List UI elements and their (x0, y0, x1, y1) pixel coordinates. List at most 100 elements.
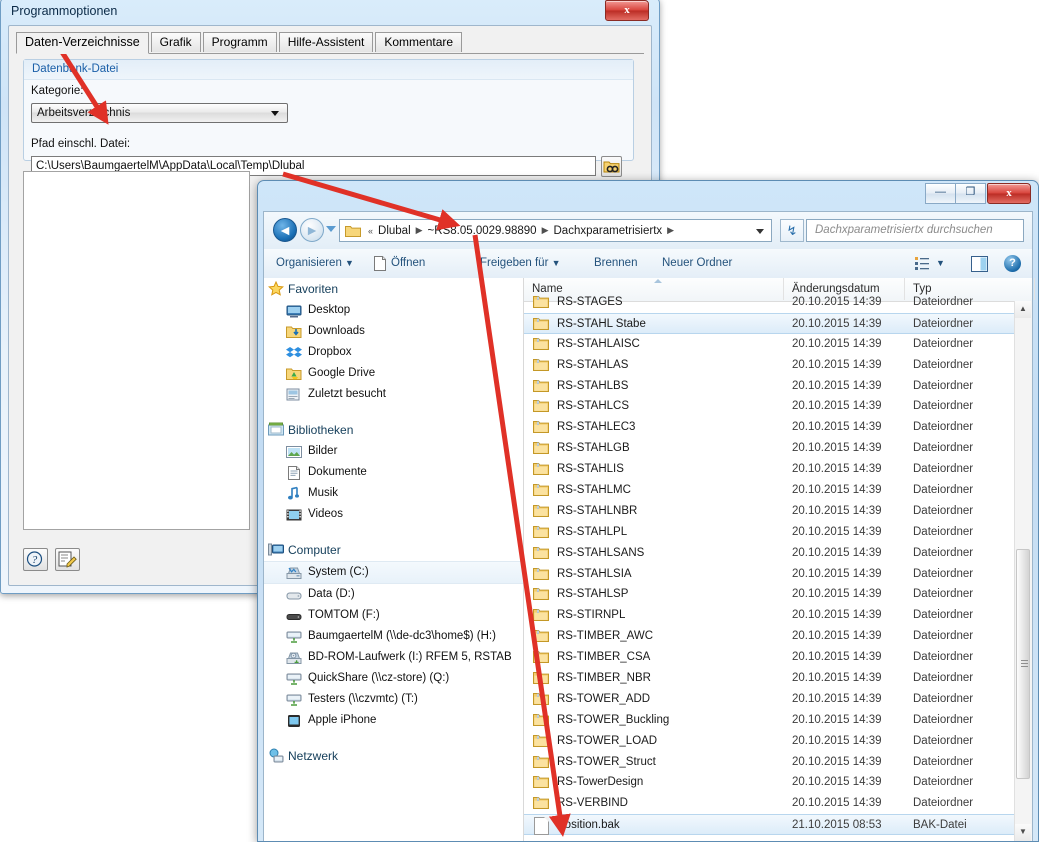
table-row[interactable]: RS-STAHLSP 20.10.2015 14:39 Dateiordner (524, 584, 1015, 605)
close-button[interactable]: x (605, 0, 649, 21)
table-row[interactable]: RS-STAHLBS 20.10.2015 14:39 Dateiordner (524, 376, 1015, 397)
table-row[interactable]: RS-TOWER_LOAD 20.10.2015 14:39 Dateiordner (524, 731, 1015, 752)
view-dropdown[interactable]: ▼ (936, 249, 945, 278)
nav-group-netzwerk[interactable]: Netzwerk (264, 745, 523, 767)
sidebar-item-data-d[interactable]: Data (D:) (264, 584, 523, 605)
table-row[interactable]: RS-TOWER_Buckling 20.10.2015 14:39 Dateior… (524, 710, 1015, 731)
table-row[interactable]: RS-TowerDesign 20.10.2015 14:39 Dateiordne… (524, 772, 1015, 793)
sidebar-item-quickshare[interactable]: QuickShare (\\cz-store) (Q:) (264, 668, 523, 689)
documents-icon (288, 466, 300, 480)
new-folder-button[interactable]: Neuer Ordner (662, 249, 732, 278)
breadcrumb-item-dlubal[interactable]: Dlubal (376, 225, 413, 237)
address-bar[interactable]: « Dlubal ▶ ~RS8.05.0029.98890 ▶ Dachxpar… (339, 219, 772, 242)
sidebar-item-downloads[interactable]: Downloads (264, 321, 523, 342)
network-drive-icon (286, 694, 302, 706)
help-icon[interactable]: ? (1004, 255, 1021, 272)
file-name-cell: RS-TIMBER_CSA (532, 647, 650, 668)
file-date-cell: 21.10.2015 08:53 (792, 819, 882, 832)
table-row[interactable]: RS-TIMBER_AWC 20.10.2015 14:39 Dateiordner (524, 626, 1015, 647)
forward-arrow-icon[interactable]: ► (300, 218, 324, 242)
optical-drive-icon (286, 652, 302, 664)
table-row[interactable]: RS-STAHLSIA 20.10.2015 14:39 Dateiordner (524, 564, 1015, 585)
chevron-down-icon[interactable] (756, 229, 764, 234)
nav-group-label: Bibliotheken (288, 423, 354, 437)
phone-icon (288, 715, 300, 727)
table-row[interactable]: RS-STAHLAISC 20.10.2015 14:39 Dateiordner (524, 334, 1015, 355)
tab-grafik[interactable]: Grafik (150, 32, 201, 52)
file-rows[interactable]: RS-STAGES 20.10.2015 14:39 Dateiordner RS-S… (524, 292, 1015, 841)
nav-group-bibliotheken[interactable]: Bibliotheken (264, 419, 523, 441)
sidebar-item-apple-iphone[interactable]: Apple iPhone (264, 710, 523, 731)
sidebar-item-tomtom-f[interactable]: TOMTOM (F:) (264, 605, 523, 626)
file-date-cell: 20.10.2015 14:39 (792, 651, 882, 664)
file-name-cell: RS-STAHLEC3 (532, 417, 635, 438)
tab-programm[interactable]: Programm (202, 32, 277, 52)
table-row[interactable]: RS-STAHL Stabe 20.10.2015 14:39 Dateiordne… (524, 312, 1015, 334)
table-row[interactable]: RS-STAGES 20.10.2015 14:39 Dateiordner (524, 292, 1015, 313)
table-row[interactable]: RS-TIMBER_CSA 20.10.2015 14:39 Dateiordner (524, 647, 1015, 668)
table-row[interactable]: RS-TOWER_Struct 20.10.2015 14:39 Dateiordn… (524, 752, 1015, 773)
table-row[interactable]: RS-STAHLNBR 20.10.2015 14:39 Dateiordner (524, 501, 1015, 522)
system-drive-icon (286, 567, 302, 579)
sidebar-item-dropbox[interactable]: Dropbox (264, 342, 523, 363)
vertical-scrollbar[interactable]: ▲ ▼ (1014, 301, 1032, 841)
sidebar-item-zuletzt-besucht[interactable]: Zuletzt besucht (264, 384, 523, 405)
file-list-pane[interactable]: Name Änderungsdatum Typ RS-STAGES 20.10.2… (524, 278, 1035, 841)
file-name-cell: RS-STAHLSIA (532, 564, 632, 585)
table-row[interactable]: RS-VERBIND 20.10.2015 14:39 Dateiordner (524, 793, 1015, 814)
sidebar-item-baumgaertelm[interactable]: BaumgaertelM (\\de-dc3\home$) (H:) (264, 626, 523, 647)
file-type-cell: Dateiordner (913, 463, 974, 476)
tab-hilfe-assistent[interactable]: Hilfe-Assistent (278, 32, 374, 52)
sidebar-item-testers[interactable]: Testers (\\czvmtc) (T:) (264, 689, 523, 710)
close-button[interactable]: x (987, 183, 1031, 204)
table-row[interactable]: RS-STIRNPL 20.10.2015 14:39 Dateiordner (524, 605, 1015, 626)
help-button[interactable]: ? (23, 548, 48, 571)
sidebar-item-desktop[interactable]: Desktop (264, 300, 523, 321)
sidebar-item-dokumente[interactable]: Dokumente (264, 462, 523, 483)
sidebar-item-system-c[interactable]: System (C:) (264, 561, 523, 584)
search-input[interactable]: Dachxparametrisiertx durchsuchen (806, 219, 1024, 242)
burn-button[interactable]: Brennen (594, 249, 637, 278)
open-button[interactable]: Öffnen (391, 249, 425, 278)
table-row[interactable]: Position.bak 21.10.2015 08:53 BAK-Datei (524, 814, 1015, 836)
category-combobox[interactable]: Arbeitsverzeichnis (31, 103, 288, 123)
back-arrow-icon[interactable]: ◄ (273, 218, 297, 242)
minimize-button[interactable]: — (925, 183, 956, 204)
window-title: Programmoptionen (11, 4, 118, 18)
chevron-down-icon[interactable] (326, 226, 336, 232)
table-row[interactable]: RS-STAHLMC 20.10.2015 14:39 Dateiordner (524, 480, 1015, 501)
scroll-down-icon[interactable]: ▼ (1015, 824, 1031, 841)
edit-button[interactable] (55, 548, 80, 571)
breadcrumb-item-rs8[interactable]: ~RS8.05.0029.98890 (426, 225, 539, 237)
sidebar-item-bilder[interactable]: Bilder (264, 441, 523, 462)
scrollbar-thumb[interactable] (1016, 549, 1030, 779)
share-button[interactable]: Freigeben für ▼ (480, 249, 561, 278)
table-row[interactable]: RS-STAHLIS 20.10.2015 14:39 Dateiordner (524, 459, 1015, 480)
table-row[interactable]: RS-STAHLSANS 20.10.2015 14:39 Dateiordner (524, 543, 1015, 564)
navigation-pane[interactable]: Favoriten Desktop Downloads Dropbox Goog… (264, 278, 524, 841)
refresh-icon[interactable]: ↯ (780, 219, 804, 242)
nav-group-computer[interactable]: Computer (264, 539, 523, 561)
table-row[interactable]: RS-STAHLPL 20.10.2015 14:39 Dateiordner (524, 522, 1015, 543)
scroll-up-icon[interactable]: ▲ (1015, 301, 1031, 318)
tab-daten-verzeichnisse[interactable]: Daten-Verzeichnisse (16, 32, 149, 54)
table-row[interactable]: RS-STAHLAS 20.10.2015 14:39 Dateiordner (524, 355, 1015, 376)
sidebar-item-videos[interactable]: Videos (264, 504, 523, 525)
folder-search-icon[interactable] (601, 156, 622, 177)
table-row[interactable]: RS-TOWER_ADD 20.10.2015 14:39 Dateiordner (524, 689, 1015, 710)
maximize-button[interactable]: ❐ (955, 183, 986, 204)
tab-kommentare[interactable]: Kommentare (375, 32, 463, 52)
directories-listbox[interactable] (23, 171, 250, 530)
table-row[interactable]: RS-STAHLGB 20.10.2015 14:39 Dateiordner (524, 438, 1015, 459)
file-type-cell: Dateiordner (913, 421, 974, 434)
table-row[interactable]: RS-STAHLEC3 20.10.2015 14:39 Dateiordner (524, 417, 1015, 438)
table-row[interactable]: RS-STAHLCS 20.10.2015 14:39 Dateiordner (524, 396, 1015, 417)
sidebar-item-musik[interactable]: Musik (264, 483, 523, 504)
organize-button[interactable]: Organisieren ▼ (276, 249, 354, 278)
table-row[interactable]: RS-TIMBER_NBR 20.10.2015 14:39 Dateiordner (524, 668, 1015, 689)
file-type-cell: Dateiordner (913, 546, 974, 559)
nav-group-favoriten[interactable]: Favoriten (264, 278, 523, 300)
breadcrumb-item-dachx[interactable]: Dachxparametrisiertx (552, 225, 665, 237)
sidebar-item-bd-rom[interactable]: BD-ROM-Laufwerk (I:) RFEM 5, RSTAB (264, 647, 523, 668)
sidebar-item-google-drive[interactable]: Google Drive (264, 363, 523, 384)
